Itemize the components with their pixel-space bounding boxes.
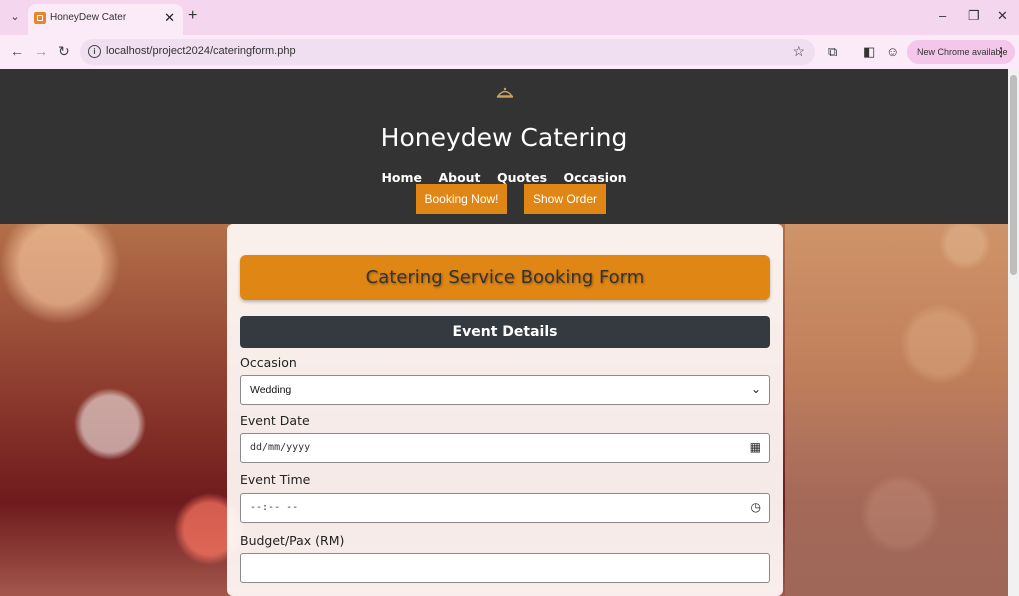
chrome-update-chip[interactable]: New Chrome available ⋮ [907, 40, 1015, 64]
occasion-selected-value: Wedding [250, 384, 292, 396]
window-close-button[interactable]: ✕ [997, 8, 1008, 24]
form-title: Catering Service Booking Form [240, 255, 770, 300]
clock-icon[interactable]: ◷ [751, 500, 761, 514]
minimize-button[interactable]: – [939, 8, 946, 23]
event-time-input[interactable]: --:-- -- ◷ [240, 493, 770, 523]
section-heading-event-details: Event Details [240, 316, 770, 348]
booking-form-card: Catering Service Booking Form Event Deta… [227, 224, 783, 596]
site-info-icon[interactable]: i [88, 45, 101, 58]
url-text[interactable]: localhost/project2024/cateringform.php [106, 45, 296, 57]
tab-title: HoneyDew Cater [50, 12, 127, 23]
calendar-icon[interactable]: ▦ [750, 440, 761, 454]
nav-home-link[interactable]: Home [381, 170, 422, 185]
page-viewport: Honeydew Catering Home About Quotes Occa… [0, 69, 1008, 596]
event-date-label: Event Date [240, 413, 310, 428]
new-tab-button[interactable]: + [188, 7, 197, 25]
site-header: Honeydew Catering Home About Quotes Occa… [0, 69, 1008, 224]
address-bar[interactable]: i localhost/project2024/cateringform.php… [80, 39, 815, 65]
favicon-icon [34, 12, 46, 24]
back-icon[interactable]: ← [10, 43, 24, 59]
event-date-placeholder: dd/mm/yyyy [250, 442, 311, 453]
side-panel-icon[interactable]: ◧ [863, 44, 875, 60]
occasion-select[interactable]: Wedding ⌄ [240, 375, 770, 405]
browser-tab[interactable]: HoneyDew Cater ✕ [28, 4, 183, 35]
budget-label: Budget/Pax (RM) [240, 533, 345, 548]
budget-input[interactable] [240, 553, 770, 583]
event-date-input[interactable]: dd/mm/yyyy ▦ [240, 433, 770, 463]
page-scrollbar[interactable] [1008, 69, 1019, 596]
chrome-update-label: New Chrome available [917, 47, 1008, 57]
booking-now-button[interactable]: Booking Now! [416, 184, 507, 214]
forward-icon[interactable]: → [34, 43, 48, 59]
show-order-button[interactable]: Show Order [524, 184, 606, 214]
chrome-menu-icon[interactable]: ⋮ [995, 40, 1007, 64]
nav-about-link[interactable]: About [438, 170, 480, 185]
tab-strip: ⌄ HoneyDew Cater ✕ + – ❐ ✕ [0, 0, 1019, 35]
scrollbar-thumb[interactable] [1010, 75, 1017, 275]
extensions-icon[interactable]: ⧉ [828, 44, 837, 60]
chevron-down-icon: ⌄ [750, 382, 761, 396]
catering-logo-icon [496, 87, 514, 98]
event-time-label: Event Time [240, 472, 311, 487]
browser-toolbar: ← → ↻ i localhost/project2024/cateringfo… [0, 35, 1019, 69]
event-time-placeholder: --:-- -- [250, 502, 299, 513]
reload-icon[interactable]: ↻ [58, 43, 70, 60]
bookmark-star-icon[interactable]: ☆ [792, 43, 805, 60]
profile-avatar-icon[interactable]: ☺ [886, 44, 899, 59]
nav-quotes-link[interactable]: Quotes [497, 170, 547, 185]
nav-occasion-link[interactable]: Occasion [563, 170, 626, 185]
tab-search-icon[interactable]: ⌄ [6, 8, 24, 26]
site-title: Honeydew Catering [380, 123, 628, 152]
restore-button[interactable]: ❐ [968, 8, 980, 24]
tab-close-icon[interactable]: ✕ [164, 10, 175, 26]
background-photo-right [785, 224, 1008, 596]
occasion-label: Occasion [240, 355, 297, 370]
